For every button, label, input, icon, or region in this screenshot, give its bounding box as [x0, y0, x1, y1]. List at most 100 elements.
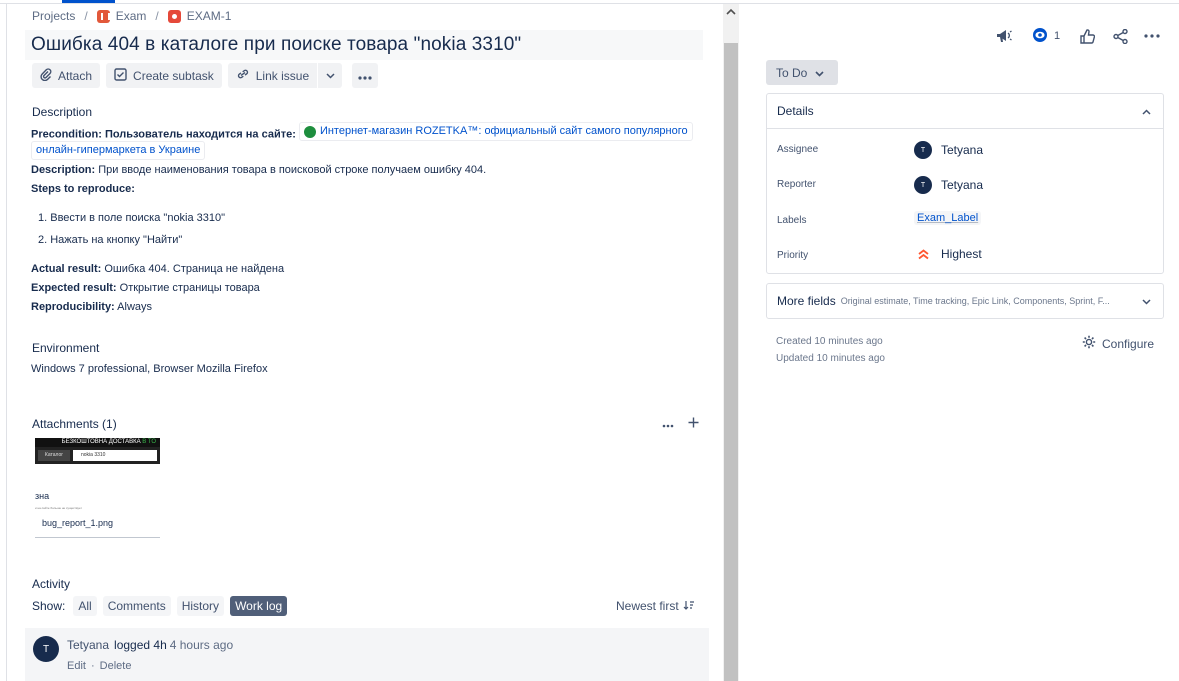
actual-result-line: Actual result: Ошибка 404. Страница не н…	[31, 260, 284, 279]
breadcrumb: Projects / Exam / EXAM-1	[32, 9, 231, 23]
activity-heading: Activity	[32, 577, 71, 591]
label-chip[interactable]: Exam_Label	[914, 211, 982, 225]
priority-label: Priority	[777, 250, 809, 261]
reproducibility-label: Reproducibility:	[31, 301, 115, 313]
more-icon[interactable]	[1142, 26, 1162, 46]
smart-link-text: Интернет-магазин ROZETKA™: официальный с…	[319, 125, 688, 137]
edit-link[interactable]: Edit	[67, 660, 86, 672]
filter-all[interactable]: All	[73, 596, 97, 616]
avatar[interactable]: T	[33, 636, 59, 662]
breadcrumb-projects[interactable]: Projects	[32, 9, 75, 23]
scroll-up-arrow-icon[interactable]	[725, 6, 737, 16]
issue-title[interactable]: Ошибка 404 в каталоге при поиске товара …	[31, 34, 521, 56]
filter-work-log[interactable]: Work log	[230, 596, 288, 616]
more-fields-hint: Original estimate, Time tracking, Epic L…	[840, 296, 1110, 306]
thumbnail-banner-green: В ТО	[142, 439, 156, 445]
activity-filter-bar: Show: All Comments History Work log	[32, 596, 288, 616]
scrollbar-thumb[interactable]	[724, 43, 738, 681]
more-icon	[358, 69, 372, 83]
issue-header-actions: 1	[994, 26, 1162, 46]
thumbnail-banner-text: БЕЗКОШТОВНА ДОСТАВКА	[61, 439, 143, 445]
issue-toolbar: Attach Create subtask Link issue	[32, 63, 379, 88]
priority-field[interactable]: Highest	[914, 247, 982, 261]
more-actions-button[interactable]	[352, 63, 379, 88]
reporter-value: Tetyana	[941, 178, 984, 192]
sort-toggle[interactable]: Newest first	[616, 599, 694, 613]
more-icon[interactable]	[662, 415, 674, 431]
assignee-field[interactable]: T Tetyana	[914, 141, 983, 159]
thumbnail-catalog: Каталог	[38, 450, 70, 461]
create-subtask-label: Create subtask	[133, 68, 214, 83]
labels-field[interactable]: Exam_Label	[914, 211, 982, 225]
chevron-up-icon[interactable]	[1142, 104, 1151, 118]
rozetka-favicon-icon	[303, 125, 316, 138]
step-item: 1. Ввести в поле поиска "nokia 3310"	[38, 212, 226, 224]
rozetka-smart-link-tail[interactable]: онлайн-гипермаркета в Украине	[31, 141, 206, 160]
show-label: Show:	[32, 599, 66, 613]
worklog-actions: Edit · Delete	[67, 660, 131, 672]
more-fields-panel[interactable]: More fields Original estimate, Time trac…	[766, 283, 1164, 319]
link-issue-split-button: Link issue	[227, 63, 343, 88]
worklog-user[interactable]: Tetyana	[67, 638, 109, 652]
status-dropdown[interactable]: To Do	[766, 60, 838, 85]
gear-icon	[1082, 335, 1096, 352]
attachment-file-name: bug_report_1.png	[42, 518, 114, 528]
assignee-label: Assignee	[777, 144, 819, 155]
configure-label: Configure	[1102, 336, 1155, 351]
chevron-down-icon	[815, 66, 824, 80]
expected-result-text: Открытие страницы товара	[116, 282, 260, 294]
subtask-icon	[114, 67, 127, 84]
chevron-down-icon	[1142, 294, 1151, 308]
watcher-count: 1	[1054, 30, 1061, 42]
environment-heading: Environment	[32, 341, 100, 355]
updated-timestamp: Updated 10 minutes ago	[776, 353, 885, 364]
attach-label: Attach	[58, 68, 93, 83]
reporter-label: Reporter	[777, 179, 816, 190]
thumbnail-snippet: зна	[35, 491, 50, 501]
filter-history[interactable]: History	[176, 596, 225, 616]
smart-link-continuation: онлайн-гипермаркета в Украине	[31, 141, 206, 160]
breadcrumb-project[interactable]: Exam	[116, 9, 147, 23]
avatar: T	[914, 176, 932, 194]
top-divider	[0, 3, 1179, 4]
separator-dot: ·	[90, 660, 95, 672]
rozetka-smart-link[interactable]: Интернет-магазин ROZETKA™: официальный с…	[298, 122, 693, 141]
create-subtask-button[interactable]: Create subtask	[106, 63, 222, 88]
priority-highest-icon	[914, 248, 932, 260]
environment-text[interactable]: Windows 7 professional, Browser Mozilla …	[31, 360, 268, 379]
watch-button[interactable]: 1	[1032, 27, 1061, 45]
description-label: Description:	[31, 164, 96, 176]
step-item: 2. Нажать на кнопку "Найти"	[38, 234, 183, 246]
details-header[interactable]: Details	[767, 94, 1163, 129]
attach-button[interactable]: Attach	[32, 63, 101, 88]
sort-label: Newest first	[616, 599, 679, 613]
thumbnail-banner: БЕЗКОШТОВНА ДОСТАВКА В ТО	[35, 438, 160, 447]
worklog-entry	[25, 628, 709, 681]
smart-link-text-2: онлайн-гипермаркета в Украине	[36, 144, 201, 156]
link-issue-button[interactable]: Link issue	[228, 63, 319, 88]
share-icon[interactable]	[1110, 26, 1130, 46]
add-attachment-icon[interactable]	[688, 415, 699, 431]
project-icon	[96, 9, 110, 23]
announcement-icon[interactable]	[994, 26, 1014, 46]
thumbnail-small-text: и на сайте больше не существует	[35, 506, 82, 510]
actual-result-label: Actual result:	[31, 263, 102, 275]
sort-icon	[683, 599, 694, 613]
filter-comments[interactable]: Comments	[102, 596, 171, 616]
thumbs-up-icon[interactable]	[1077, 26, 1097, 46]
description-line: Description: При вводе наименования това…	[31, 161, 486, 180]
delete-link[interactable]: Delete	[100, 660, 132, 672]
configure-button[interactable]: Configure	[1082, 335, 1154, 352]
bug-icon	[167, 9, 181, 23]
created-timestamp: Created 10 minutes ago	[776, 336, 883, 347]
breadcrumb-issue-key[interactable]: EXAM-1	[187, 9, 232, 23]
link-issue-label: Link issue	[255, 68, 310, 83]
paperclip-icon	[40, 67, 52, 84]
details-heading: Details	[777, 104, 814, 118]
avatar: T	[914, 141, 932, 159]
description-heading: Description	[32, 105, 93, 119]
chevron-down-icon[interactable]	[318, 63, 342, 88]
attachment-thumbnail[interactable]: БЕЗКОШТОВНА ДОСТАВКА В ТО Каталог nokia …	[35, 438, 160, 538]
reporter-field[interactable]: T Tetyana	[914, 176, 983, 194]
worklog-line: Tetyana logged 4h 4 hours ago	[67, 638, 233, 652]
